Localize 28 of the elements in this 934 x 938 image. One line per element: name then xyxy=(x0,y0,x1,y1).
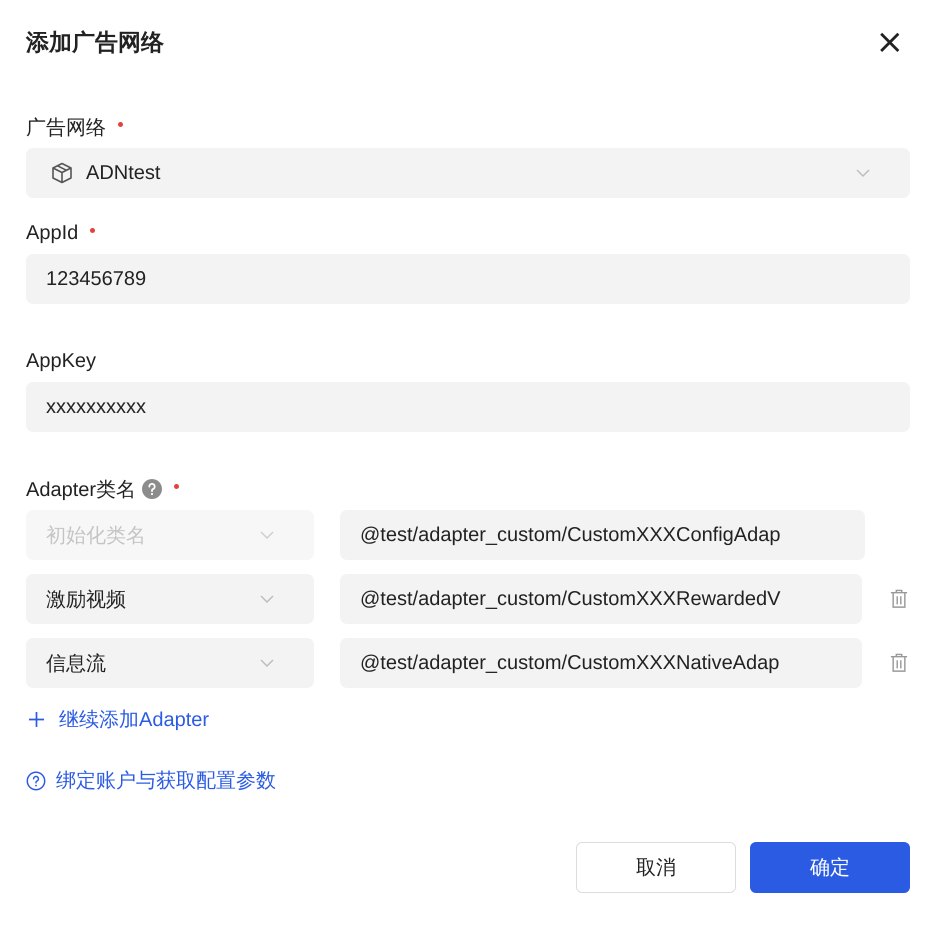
field-label: Adapter类名 xyxy=(26,478,136,502)
cube-icon xyxy=(50,161,74,185)
trash-icon[interactable] xyxy=(890,653,908,673)
chevron-down-icon xyxy=(856,169,870,177)
plus-icon xyxy=(28,711,45,728)
close-button[interactable]: × xyxy=(870,25,910,59)
network-select[interactable]: ADNtest xyxy=(26,148,910,198)
input-field[interactable]: @test/adapter_custom/CustomXXXRewardedV xyxy=(340,574,862,624)
confirm-button[interactable]: 确定 xyxy=(750,842,910,893)
cancel-button[interactable]: 取消 xyxy=(576,842,736,893)
field-label: 广告网络 xyxy=(26,116,106,140)
input-field[interactable]: xxxxxxxxxx xyxy=(26,382,910,432)
chevron-down-icon xyxy=(260,595,274,603)
add-adapter-link[interactable]: 继续添加Adapter xyxy=(26,706,210,733)
input-field[interactable]: 123456789 xyxy=(26,254,910,304)
trash-icon[interactable] xyxy=(890,589,908,609)
chevron-down-icon xyxy=(260,659,274,667)
dialog-title: 添加广告网络 xyxy=(26,28,164,56)
help-icon xyxy=(26,770,46,790)
help-icon[interactable] xyxy=(142,479,162,499)
type-select[interactable]: 激励视频 xyxy=(26,574,314,624)
help-link[interactable]: 绑定账户与获取配置参数 xyxy=(26,767,276,794)
field-label: AppKey xyxy=(26,350,96,372)
type-select[interactable]: 信息流 xyxy=(26,638,314,688)
input-field[interactable]: @test/adapter_custom/CustomXXXConfigAdap xyxy=(340,510,865,560)
input-field[interactable]: @test/adapter_custom/CustomXXXNativeAdap xyxy=(340,638,862,688)
chevron-down-icon xyxy=(260,531,274,539)
field-label: AppId xyxy=(26,222,78,244)
